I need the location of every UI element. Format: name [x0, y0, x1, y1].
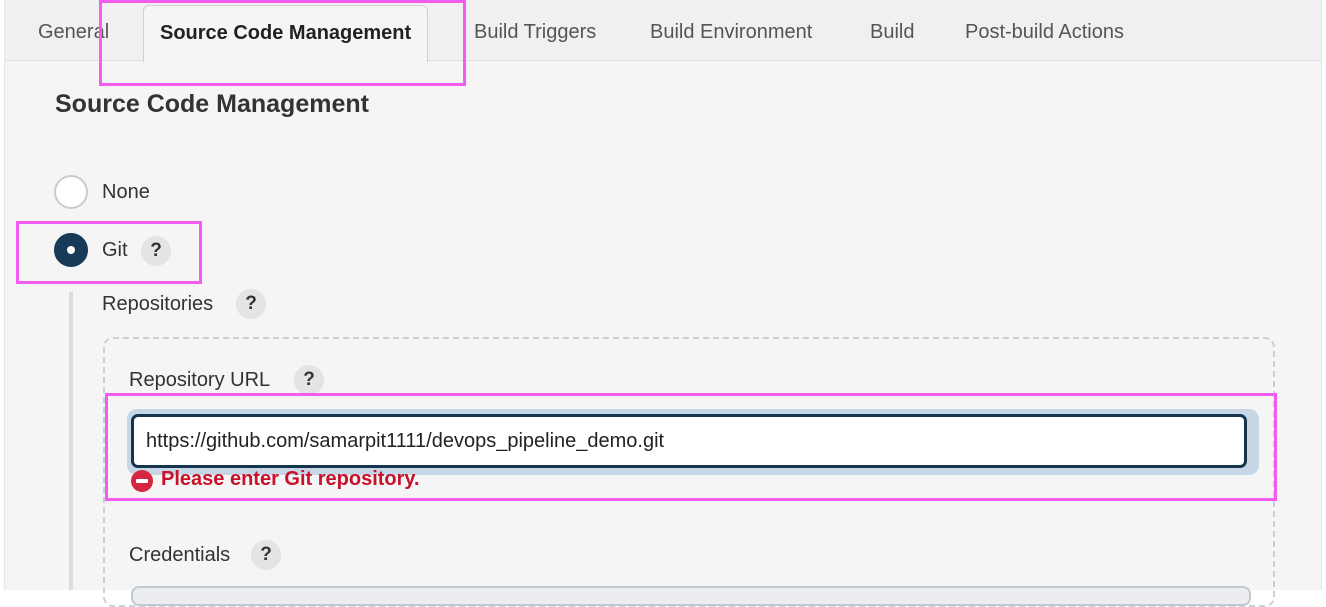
repositories-help-icon[interactable]: ? — [236, 289, 266, 319]
credentials-help-icon[interactable]: ? — [251, 540, 281, 570]
tab-source-code-management[interactable]: Source Code Management — [143, 5, 429, 62]
scm-git-label[interactable]: Git — [102, 239, 128, 262]
tab-post-build-actions[interactable]: Post-build Actions — [965, 0, 1124, 61]
error-icon — [131, 470, 153, 492]
tab-build[interactable]: Build — [870, 0, 914, 61]
scm-none-label[interactable]: None — [102, 181, 150, 204]
git-help-icon[interactable]: ? — [141, 236, 171, 266]
repositories-label: Repositories — [102, 293, 214, 315]
repository-url-help-icon[interactable]: ? — [294, 365, 324, 395]
repository-url-error: Please enter Git repository. — [161, 468, 420, 490]
tab-build-environment[interactable]: Build Environment — [650, 0, 812, 61]
credentials-label: Credentials — [129, 544, 231, 566]
scm-none-radio[interactable] — [54, 175, 88, 209]
scm-git-radio[interactable] — [54, 233, 88, 267]
section-title: Source Code Management — [55, 90, 369, 118]
tab-build-triggers[interactable]: Build Triggers — [474, 0, 596, 61]
credentials-select[interactable] — [131, 586, 1251, 606]
job-config-panel: General Source Code Management Build Tri… — [4, 0, 1322, 607]
repository-url-label: Repository URL — [129, 369, 271, 391]
git-section-indent-line — [69, 292, 73, 590]
config-tab-bar: General Source Code Management Build Tri… — [5, 0, 1321, 62]
tab-general[interactable]: General — [38, 0, 109, 61]
repository-url-input[interactable] — [131, 414, 1247, 468]
